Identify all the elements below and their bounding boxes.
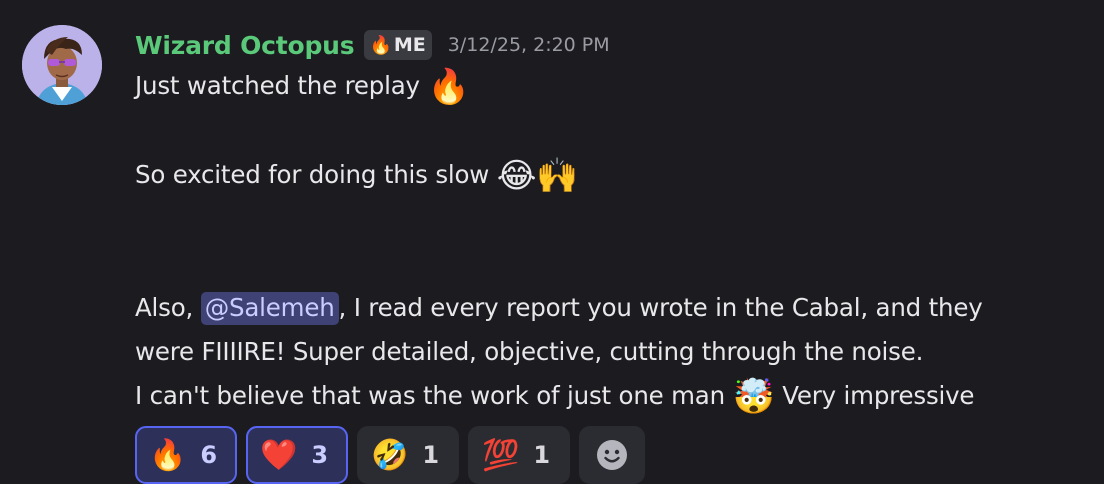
server-tag-label: ME (393, 34, 426, 56)
message-line-5: I can't believe that was the work of jus… (135, 374, 1095, 419)
user-avatar[interactable] (22, 25, 102, 105)
reaction-count: 1 (422, 441, 440, 469)
message-line-1: Just watched the replay 🔥 (135, 64, 1095, 109)
reaction-rofl[interactable]: 🤣 1 (357, 426, 459, 484)
user-mention[interactable]: @Salemeh (200, 292, 339, 325)
message-line-4: were FIIIIRE! Super detailed, objective,… (135, 337, 924, 366)
fire-icon: 🔥 (369, 34, 392, 56)
exploding-head-icon: 🤯 (732, 377, 775, 417)
rofl-icon: 🤣 (371, 437, 409, 473)
message-text: Just watched the replay (135, 71, 420, 100)
heart-icon: ❤️ (260, 437, 298, 473)
message-text: I can't believe that was the work of jus… (135, 381, 725, 410)
message-text: Very impressive (782, 381, 975, 410)
message-content: Wizard Octopus 🔥 ME 3/12/25, 2:20 PM Jus… (135, 26, 1095, 419)
chat-message: Wizard Octopus 🔥 ME 3/12/25, 2:20 PM Jus… (0, 0, 1104, 484)
reaction-bar: 🔥 6 ❤️ 3 🤣 1 💯 1 (135, 426, 645, 484)
avatar-illustration-icon (22, 25, 102, 105)
fire-icon: 🔥 (427, 67, 470, 107)
server-tag[interactable]: 🔥 ME (364, 30, 432, 60)
message-line-2: So excited for doing this slow 😂🙌 (135, 153, 1095, 198)
smiley-add-icon (597, 440, 627, 470)
author-name[interactable]: Wizard Octopus (135, 31, 355, 60)
laughing-raised-hands-icon: 😂🙌 (496, 156, 579, 196)
message-timestamp: 3/12/25, 2:20 PM (447, 34, 610, 56)
reaction-count: 3 (311, 441, 329, 469)
fire-icon: 🔥 (149, 437, 187, 473)
add-reaction-button[interactable] (579, 426, 645, 484)
message-text: So excited for doing this slow (135, 160, 490, 189)
reaction-count: 6 (200, 441, 218, 469)
message-line-3: Also, @Salemeh, I read every report you … (135, 286, 1095, 330)
reaction-count: 1 (533, 441, 551, 469)
message-text: Also, (135, 293, 201, 322)
message-header: Wizard Octopus 🔥 ME 3/12/25, 2:20 PM (135, 26, 1095, 64)
hundred-icon: 💯 (482, 437, 520, 473)
reaction-heart[interactable]: ❤️ 3 (246, 426, 348, 484)
reaction-hundred[interactable]: 💯 1 (468, 426, 570, 484)
reaction-fire[interactable]: 🔥 6 (135, 426, 237, 484)
message-text: , I read every report you wrote in the C… (338, 293, 983, 322)
